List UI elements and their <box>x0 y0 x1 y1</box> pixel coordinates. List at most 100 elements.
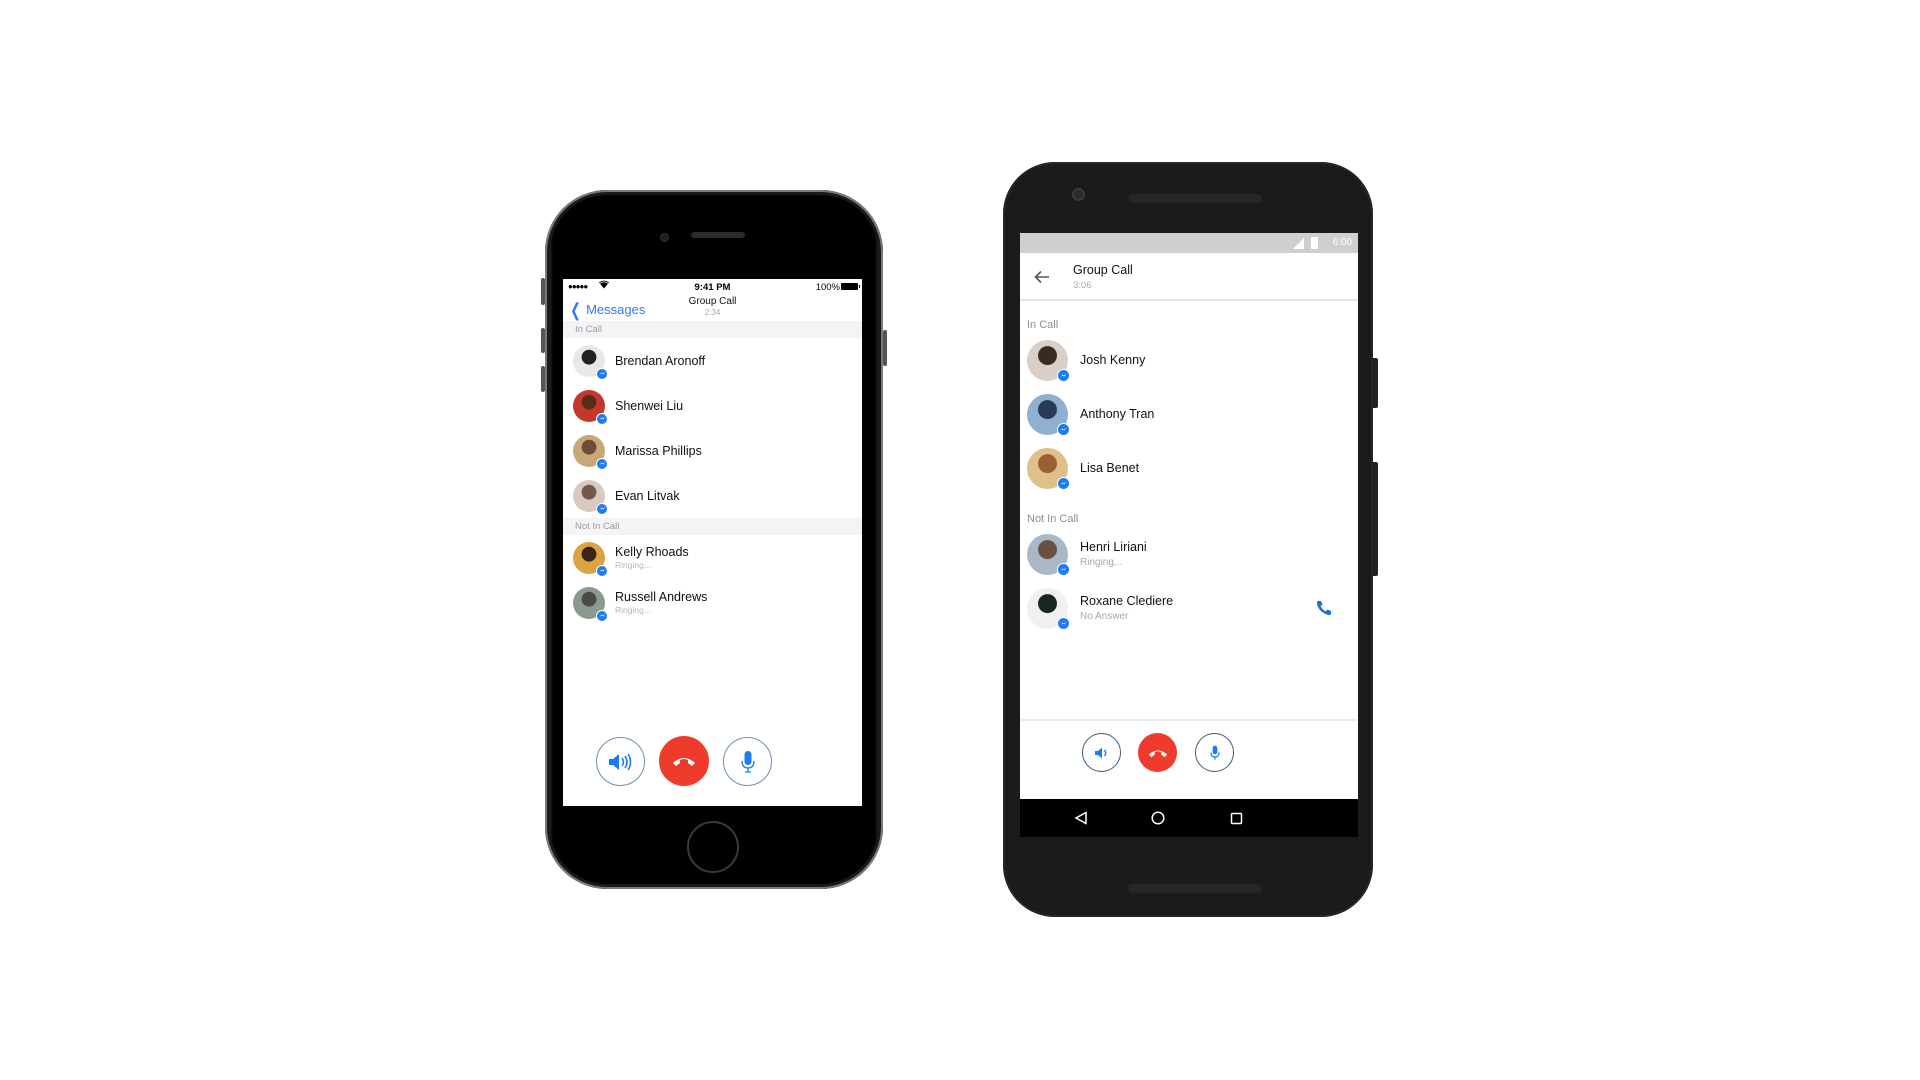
participant-row[interactable]: Brendan Aronoff <box>563 338 862 383</box>
participant-status: No Answer <box>1080 611 1129 622</box>
avatar <box>573 434 608 470</box>
participant-row[interactable]: Anthony Tran <box>1020 387 1358 441</box>
call-controls <box>1020 721 1358 797</box>
mute-button[interactable] <box>1195 733 1234 772</box>
page-title: Group Call <box>688 296 737 307</box>
participant-info: Evan Litvak <box>615 489 680 503</box>
participant-row[interactable]: Marissa Phillips <box>563 428 862 473</box>
nav-home-button[interactable] <box>1147 807 1169 829</box>
participant-info: Kelly Rhoads Ringing... <box>615 545 689 570</box>
participant-row[interactable]: Evan Litvak <box>563 473 862 518</box>
participant-row[interactable]: Lisa Benet <box>1020 441 1358 495</box>
participant-row[interactable]: Shenwei Liu <box>563 383 862 428</box>
speaker-icon <box>608 753 631 770</box>
call-duration: 3:06 <box>1073 280 1092 291</box>
battery-icon <box>1311 237 1318 249</box>
messenger-badge-icon <box>1057 476 1070 490</box>
end-call-icon <box>1148 750 1167 757</box>
participant-list: In Call Josh Kenny Anthony Tran Lisa Benet N… <box>1020 301 1358 635</box>
end-call-icon <box>673 758 695 766</box>
top-speaker <box>1127 192 1263 203</box>
participant-info: Russell Andrews Ringing... <box>615 590 707 615</box>
avatar <box>573 344 608 380</box>
messenger-badge-icon <box>1057 422 1070 436</box>
messenger-badge-icon <box>596 412 608 425</box>
participant-row[interactable]: Russell Andrews Ringing... <box>563 580 862 625</box>
participant-name: Anthony Tran <box>1080 407 1155 421</box>
page-title: Group Call <box>1073 263 1133 277</box>
call-back-button[interactable] <box>1315 599 1333 617</box>
phone-icon <box>1316 601 1331 616</box>
avatar <box>573 389 608 425</box>
front-camera <box>1072 188 1085 201</box>
participant-info: Brendan Aronoff <box>615 354 705 368</box>
participant-info: Anthony Tran <box>1080 407 1154 421</box>
participant-row[interactable]: Roxane Clediere No Answer <box>1020 581 1358 635</box>
signal-icon <box>1293 238 1304 249</box>
participant-name: Lisa Benet <box>1080 461 1140 475</box>
power-button <box>1373 358 1378 408</box>
speaker-button[interactable] <box>596 737 645 786</box>
microphone-icon <box>1209 745 1220 760</box>
bottom-speaker <box>1127 882 1263 893</box>
android-status-bar: 6:00 <box>1020 233 1358 253</box>
participant-row[interactable]: Henri Liriani Ringing... <box>1020 527 1358 581</box>
app-bar: Group Call 3:06 <box>1020 253 1358 301</box>
ios-status-bar: ●●●●● 9:41 PM 100% <box>563 279 862 295</box>
avatar <box>573 586 608 622</box>
iphone-screen: ●●●●● 9:41 PM 100% ❮ Messages Group Call… <box>563 279 862 806</box>
recents-icon <box>1230 812 1242 824</box>
participant-info: Lisa Benet <box>1080 461 1139 475</box>
end-call-button[interactable] <box>659 736 709 786</box>
ios-nav-bar: ❮ Messages Group Call 2:34 <box>563 295 862 321</box>
participant-info: Josh Kenny <box>1080 353 1145 367</box>
participant-info: Roxane Clediere No Answer <box>1080 594 1173 622</box>
participant-row[interactable]: Josh Kenny <box>1020 333 1358 387</box>
mute-button[interactable] <box>723 737 772 786</box>
call-duration: 2:34 <box>704 308 721 317</box>
messenger-badge-icon <box>1057 562 1070 576</box>
messenger-badge-icon <box>1057 368 1070 382</box>
earpiece-speaker <box>691 232 745 238</box>
android-screen: 6:00 Group Call 3:06 In Call Josh Kenny An… <box>1020 233 1358 837</box>
participant-status: Ringing... <box>1080 557 1123 568</box>
avatar <box>1027 447 1070 490</box>
status-time: 6:00 <box>1332 237 1352 248</box>
mute-switch <box>541 278 545 305</box>
participant-list: In Call Brendan Aronoff Shenwei Liu Marissa… <box>563 321 862 625</box>
back-icon <box>1074 811 1087 825</box>
participant-name: Marissa Phillips <box>615 443 702 458</box>
messenger-badge-icon <box>596 564 608 577</box>
end-call-button[interactable] <box>1138 733 1177 772</box>
participant-name: Evan Litvak <box>615 488 680 503</box>
participant-name: Shenwei Liu <box>615 398 684 413</box>
volume-up-button <box>541 328 545 353</box>
messenger-badge-icon <box>596 502 608 515</box>
avatar <box>1027 533 1070 576</box>
arrow-back-icon[interactable] <box>1032 267 1052 287</box>
call-controls <box>563 736 862 797</box>
participant-name: Josh Kenny <box>1080 353 1146 367</box>
participant-info: Marissa Phillips <box>615 444 702 458</box>
participant-status: Ringing... <box>615 560 651 570</box>
participant-name: Brendan Aronoff <box>615 353 706 368</box>
nav-recents-button[interactable] <box>1225 807 1247 829</box>
participant-row[interactable]: Kelly Rhoads Ringing... <box>563 535 862 580</box>
volume-down-button <box>541 366 545 392</box>
participant-name: Henri Liriani <box>1080 540 1147 554</box>
microphone-icon <box>740 750 755 773</box>
speaker-icon <box>1094 747 1106 758</box>
android-device: 6:00 Group Call 3:06 In Call Josh Kenny An… <box>1003 162 1378 917</box>
messenger-badge-icon <box>1057 616 1070 630</box>
speaker-button[interactable] <box>1082 733 1121 772</box>
front-camera <box>660 233 669 242</box>
section-header: In Call <box>1027 319 1059 331</box>
avatar <box>1027 339 1070 382</box>
avatar <box>573 541 608 577</box>
nav-back-button[interactable] <box>1070 807 1092 829</box>
messenger-badge-icon <box>596 457 608 470</box>
messenger-badge-icon <box>596 367 608 380</box>
battery-icon <box>841 283 860 290</box>
avatar <box>573 479 608 515</box>
participant-info: Shenwei Liu <box>615 399 683 413</box>
